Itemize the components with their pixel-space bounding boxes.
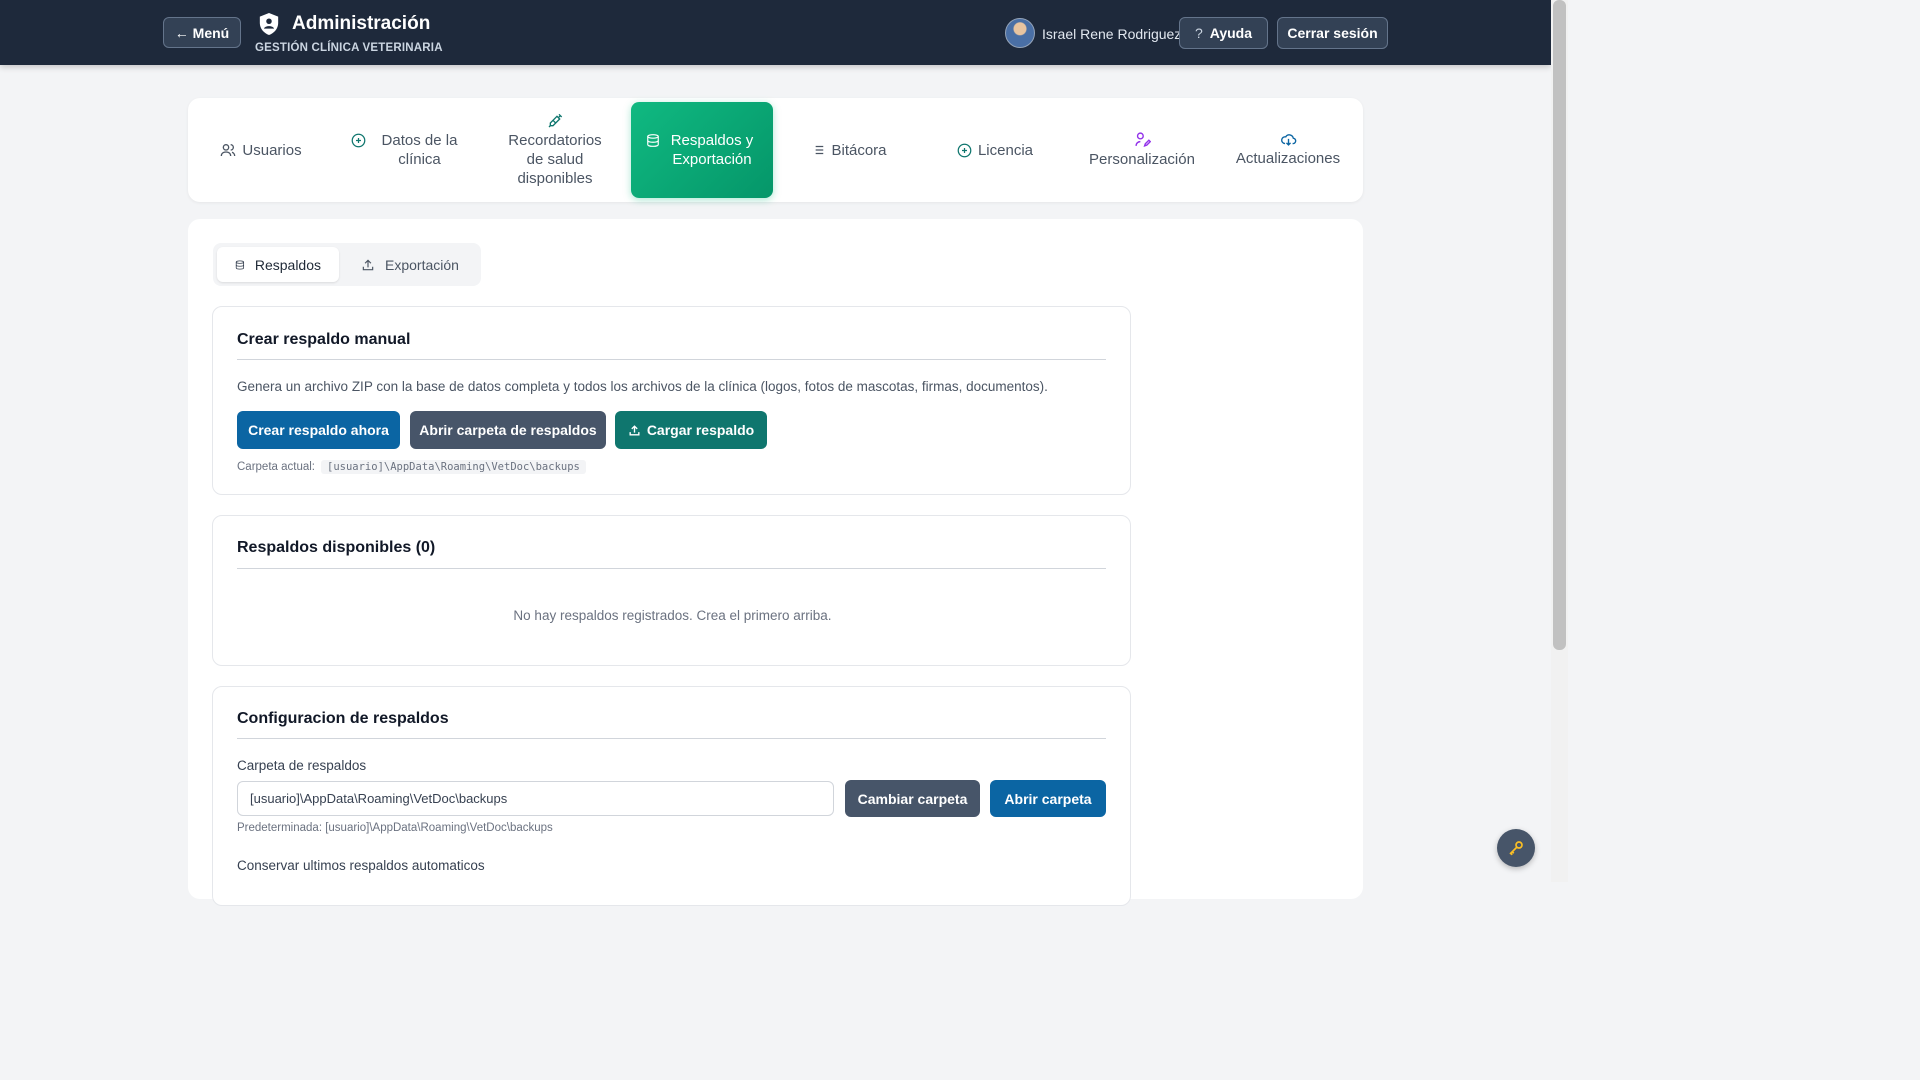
default-folder-hint: Predeterminada: [usuario]\AppData\Roamin… — [237, 822, 553, 834]
available-backups-section: Respaldos disponibles (0) No hay respald… — [212, 515, 1131, 666]
help-icon: ? — [1194, 25, 1203, 41]
help-label: Ayuda — [1209, 25, 1253, 41]
tab-label: Actualizaciones — [1235, 150, 1341, 167]
key-icon — [1509, 841, 1523, 856]
divider — [237, 568, 1106, 569]
license-key-button[interactable] — [1497, 829, 1535, 867]
help-button[interactable]: ? Ayuda — [1179, 17, 1268, 49]
tab-actualizaciones[interactable]: Actualizaciones — [1217, 102, 1359, 198]
tab-recordatorios[interactable]: Recordatorios de salud disponibles — [484, 102, 626, 198]
current-folder: Carpeta actual: [usuario]\AppData\Roamin… — [237, 460, 586, 474]
database-icon — [647, 134, 659, 147]
subtab-respaldos[interactable]: Respaldos — [217, 247, 339, 282]
list-icon — [813, 145, 824, 155]
backup-folder-input[interactable]: [usuario]\AppData\Roaming\VetDoc\backups — [237, 781, 834, 816]
upload-backup-label: Cargar respaldo — [646, 422, 755, 438]
manual-backup-section: Crear respaldo manual Genera un archivo … — [212, 306, 1131, 495]
logout-button[interactable]: Cerrar sesión — [1277, 17, 1388, 49]
current-folder-path: [usuario]\AppData\Roaming\VetDoc\backups — [321, 460, 586, 474]
tab-label: Recordatorios de salud disponibles — [508, 131, 602, 187]
empty-state-message: No hay respaldos registrados. Crea el pr… — [513, 608, 832, 623]
tab-usuarios[interactable]: Usuarios — [190, 102, 332, 198]
open-backup-folder-button[interactable]: Abrir carpeta de respaldos — [410, 411, 606, 449]
tab-label: Datos de la clínica — [381, 132, 458, 168]
shield-icon — [259, 13, 279, 35]
avatar[interactable] — [1005, 18, 1035, 48]
tab-respaldos-exportacion[interactable]: Respaldos y Exportación — [631, 102, 773, 198]
plus-circle-icon — [351, 133, 365, 148]
upload-icon — [629, 424, 640, 436]
user-name: Israel Rene Rodriguez — [1042, 26, 1182, 42]
tab-licencia[interactable]: Licencia — [924, 102, 1066, 198]
plus-circle-icon — [957, 143, 972, 157]
section-title: Crear respaldo manual — [237, 331, 411, 348]
section-title: Configuracion de respaldos — [237, 710, 449, 727]
tab-label: Personalización — [1089, 151, 1195, 168]
section-title: Respaldos disponibles (0) — [237, 539, 436, 556]
divider — [237, 738, 1106, 739]
open-folder-button[interactable]: Abrir carpeta — [990, 780, 1106, 817]
create-backup-button[interactable]: Crear respaldo ahora — [237, 411, 400, 449]
upload-icon — [362, 259, 374, 270]
subtab-exportacion[interactable]: Exportación — [343, 247, 477, 282]
tab-label: Respaldos y Exportación — [670, 132, 754, 168]
syringe-icon — [548, 113, 563, 127]
upload-backup-button[interactable]: Cargar respaldo — [615, 411, 767, 449]
menu-button[interactable]: ← Menú — [163, 17, 241, 48]
tab-personalizacion[interactable]: Personalización — [1071, 102, 1213, 198]
section-description: Genera un archivo ZIP con la base de dat… — [237, 379, 1048, 394]
admin-tabs: Usuarios Datos de la clínica Recordatori… — [188, 98, 1363, 202]
backup-config-section: Configuracion de respaldos Carpeta de re… — [212, 686, 1131, 906]
tab-datos-clinica[interactable]: Datos de la clínica — [338, 102, 480, 198]
folder-label: Carpeta de respaldos — [237, 758, 367, 773]
top-bar: ← Menú Administración GESTIÓN CLÍNICA VE… — [0, 0, 1551, 65]
divider — [237, 359, 1106, 360]
tab-label: Usuarios — [242, 141, 302, 159]
tab-label: Bitácora — [831, 141, 887, 159]
tab-label: Licencia — [977, 141, 1034, 159]
page-title: Administración — [292, 13, 431, 34]
sub-tabs: Respaldos Exportación — [213, 243, 481, 286]
page-subtitle: GESTIÓN CLÍNICA VETERINARIA — [255, 42, 443, 54]
user-edit-icon — [1134, 132, 1151, 147]
tab-bitacora[interactable]: Bitácora — [778, 102, 920, 198]
cloud-download-icon — [1280, 134, 1296, 146]
current-folder-label: Carpeta actual: — [237, 461, 315, 473]
subtab-label: Exportación — [385, 256, 459, 273]
subtab-label: Respaldos — [254, 256, 321, 273]
database-icon — [235, 259, 245, 270]
users-icon — [221, 144, 236, 157]
scrollbar-thumb[interactable] — [1553, 0, 1566, 650]
keep-backups-label: Conservar ultimos respaldos automaticos — [237, 858, 485, 873]
change-folder-button[interactable]: Cambiar carpeta — [845, 780, 980, 817]
